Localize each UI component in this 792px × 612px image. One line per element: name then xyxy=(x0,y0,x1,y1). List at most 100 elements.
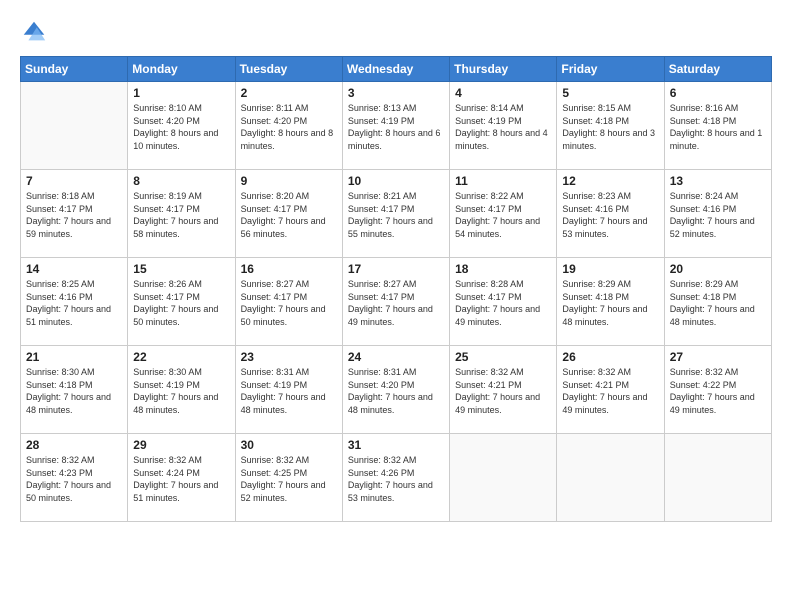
calendar-cell: 23 Sunrise: 8:31 AMSunset: 4:19 PMDayligh… xyxy=(235,346,342,434)
calendar-cell: 9Sunrise: 8:20 AMSunset: 4:17 PMDaylight… xyxy=(235,170,342,258)
day-info: Sunrise: 8:30 AMSunset: 4:19 PMDaylight:… xyxy=(133,366,229,416)
day-info: Sunrise: 8:19 AMSunset: 4:17 PMDaylight:… xyxy=(133,190,229,240)
calendar-week-5: 28 Sunrise: 8:32 AMSunset: 4:23 PMDayligh… xyxy=(21,434,772,522)
calendar-cell: 2 Sunrise: 8:11 AMSunset: 4:20 PMDaylight… xyxy=(235,82,342,170)
day-number: 13 xyxy=(670,174,766,188)
calendar-cell: 11Sunrise: 8:22 AMSunset: 4:17 PMDayligh… xyxy=(450,170,557,258)
day-info: Sunrise: 8:18 AMSunset: 4:17 PMDaylight:… xyxy=(26,190,122,240)
calendar-cell xyxy=(21,82,128,170)
calendar-cell: 24 Sunrise: 8:31 AMSunset: 4:20 PMDayligh… xyxy=(342,346,449,434)
calendar-cell: 4 Sunrise: 8:14 AMSunset: 4:19 PMDaylight… xyxy=(450,82,557,170)
calendar-cell: 12 Sunrise: 8:23 AMSunset: 4:16 PMDayligh… xyxy=(557,170,664,258)
calendar-cell: 31 Sunrise: 8:32 AMSunset: 4:26 PMDayligh… xyxy=(342,434,449,522)
day-info: Sunrise: 8:20 AMSunset: 4:17 PMDaylight:… xyxy=(241,190,337,240)
calendar-cell xyxy=(664,434,771,522)
day-info: Sunrise: 8:25 AMSunset: 4:16 PMDaylight:… xyxy=(26,278,122,328)
day-number: 4 xyxy=(455,86,551,100)
day-info: Sunrise: 8:10 AMSunset: 4:20 PMDaylight:… xyxy=(133,102,229,152)
day-number: 5 xyxy=(562,86,658,100)
calendar-cell: 1 Sunrise: 8:10 AMSunset: 4:20 PMDaylight… xyxy=(128,82,235,170)
day-info: Sunrise: 8:32 AMSunset: 4:21 PMDaylight:… xyxy=(455,366,551,416)
calendar-cell: 16Sunrise: 8:27 AMSunset: 4:17 PMDayligh… xyxy=(235,258,342,346)
day-info: Sunrise: 8:32 AMSunset: 4:21 PMDaylight:… xyxy=(562,366,658,416)
calendar-cell: 27 Sunrise: 8:32 AMSunset: 4:22 PMDayligh… xyxy=(664,346,771,434)
day-info: Sunrise: 8:13 AMSunset: 4:19 PMDaylight:… xyxy=(348,102,444,152)
calendar-cell: 20Sunrise: 8:29 AMSunset: 4:18 PMDayligh… xyxy=(664,258,771,346)
day-info: Sunrise: 8:11 AMSunset: 4:20 PMDaylight:… xyxy=(241,102,337,152)
calendar-cell: 21Sunrise: 8:30 AMSunset: 4:18 PMDayligh… xyxy=(21,346,128,434)
calendar-week-2: 7Sunrise: 8:18 AMSunset: 4:17 PMDaylight… xyxy=(21,170,772,258)
day-info: Sunrise: 8:26 AMSunset: 4:17 PMDaylight:… xyxy=(133,278,229,328)
calendar-header-tuesday: Tuesday xyxy=(235,57,342,82)
day-info: Sunrise: 8:16 AMSunset: 4:18 PMDaylight:… xyxy=(670,102,766,152)
day-number: 3 xyxy=(348,86,444,100)
calendar-header-friday: Friday xyxy=(557,57,664,82)
calendar-week-3: 14 Sunrise: 8:25 AMSunset: 4:16 PMDayligh… xyxy=(21,258,772,346)
day-info: Sunrise: 8:27 AMSunset: 4:17 PMDaylight:… xyxy=(241,278,337,328)
calendar-cell: 28 Sunrise: 8:32 AMSunset: 4:23 PMDayligh… xyxy=(21,434,128,522)
day-number: 22 xyxy=(133,350,229,364)
calendar-cell: 17Sunrise: 8:27 AMSunset: 4:17 PMDayligh… xyxy=(342,258,449,346)
day-number: 12 xyxy=(562,174,658,188)
calendar-cell: 18Sunrise: 8:28 AMSunset: 4:17 PMDayligh… xyxy=(450,258,557,346)
day-info: Sunrise: 8:29 AMSunset: 4:18 PMDaylight:… xyxy=(562,278,658,328)
day-number: 14 xyxy=(26,262,122,276)
calendar-week-1: 1 Sunrise: 8:10 AMSunset: 4:20 PMDaylight… xyxy=(21,82,772,170)
day-number: 30 xyxy=(241,438,337,452)
day-number: 11 xyxy=(455,174,551,188)
day-info: Sunrise: 8:14 AMSunset: 4:19 PMDaylight:… xyxy=(455,102,551,152)
calendar-cell: 29Sunrise: 8:32 AMSunset: 4:24 PMDayligh… xyxy=(128,434,235,522)
calendar-header-saturday: Saturday xyxy=(664,57,771,82)
calendar-cell: 7Sunrise: 8:18 AMSunset: 4:17 PMDaylight… xyxy=(21,170,128,258)
calendar-cell: 15 Sunrise: 8:26 AMSunset: 4:17 PMDayligh… xyxy=(128,258,235,346)
day-number: 23 xyxy=(241,350,337,364)
calendar-cell: 8 Sunrise: 8:19 AMSunset: 4:17 PMDaylight… xyxy=(128,170,235,258)
calendar-header-thursday: Thursday xyxy=(450,57,557,82)
day-info: Sunrise: 8:32 AMSunset: 4:26 PMDaylight:… xyxy=(348,454,444,504)
page: SundayMondayTuesdayWednesdayThursdayFrid… xyxy=(0,0,792,612)
calendar-cell xyxy=(557,434,664,522)
calendar-header-row: SundayMondayTuesdayWednesdayThursdayFrid… xyxy=(21,57,772,82)
day-number: 1 xyxy=(133,86,229,100)
header xyxy=(20,18,772,46)
day-number: 28 xyxy=(26,438,122,452)
day-number: 2 xyxy=(241,86,337,100)
calendar-cell: 5 Sunrise: 8:15 AMSunset: 4:18 PMDaylight… xyxy=(557,82,664,170)
day-number: 31 xyxy=(348,438,444,452)
day-info: Sunrise: 8:32 AMSunset: 4:23 PMDaylight:… xyxy=(26,454,122,504)
day-info: Sunrise: 8:24 AMSunset: 4:16 PMDaylight:… xyxy=(670,190,766,240)
day-number: 19 xyxy=(562,262,658,276)
day-number: 6 xyxy=(670,86,766,100)
logo xyxy=(20,18,52,46)
day-info: Sunrise: 8:15 AMSunset: 4:18 PMDaylight:… xyxy=(562,102,658,152)
day-number: 8 xyxy=(133,174,229,188)
calendar-cell: 14 Sunrise: 8:25 AMSunset: 4:16 PMDayligh… xyxy=(21,258,128,346)
calendar-cell: 10 Sunrise: 8:21 AMSunset: 4:17 PMDayligh… xyxy=(342,170,449,258)
calendar-cell: 30 Sunrise: 8:32 AMSunset: 4:25 PMDayligh… xyxy=(235,434,342,522)
day-number: 25 xyxy=(455,350,551,364)
calendar-cell: 6 Sunrise: 8:16 AMSunset: 4:18 PMDaylight… xyxy=(664,82,771,170)
calendar-header-wednesday: Wednesday xyxy=(342,57,449,82)
day-info: Sunrise: 8:31 AMSunset: 4:20 PMDaylight:… xyxy=(348,366,444,416)
day-info: Sunrise: 8:32 AMSunset: 4:22 PMDaylight:… xyxy=(670,366,766,416)
day-number: 17 xyxy=(348,262,444,276)
calendar-cell: 3 Sunrise: 8:13 AMSunset: 4:19 PMDaylight… xyxy=(342,82,449,170)
day-info: Sunrise: 8:32 AMSunset: 4:25 PMDaylight:… xyxy=(241,454,337,504)
day-number: 10 xyxy=(348,174,444,188)
day-number: 27 xyxy=(670,350,766,364)
calendar-week-4: 21Sunrise: 8:30 AMSunset: 4:18 PMDayligh… xyxy=(21,346,772,434)
calendar-header-sunday: Sunday xyxy=(21,57,128,82)
calendar-cell: 25 Sunrise: 8:32 AMSunset: 4:21 PMDayligh… xyxy=(450,346,557,434)
calendar-cell xyxy=(450,434,557,522)
calendar-cell: 13 Sunrise: 8:24 AMSunset: 4:16 PMDayligh… xyxy=(664,170,771,258)
calendar-cell: 19 Sunrise: 8:29 AMSunset: 4:18 PMDayligh… xyxy=(557,258,664,346)
day-number: 18 xyxy=(455,262,551,276)
day-info: Sunrise: 8:31 AMSunset: 4:19 PMDaylight:… xyxy=(241,366,337,416)
day-number: 24 xyxy=(348,350,444,364)
day-info: Sunrise: 8:23 AMSunset: 4:16 PMDaylight:… xyxy=(562,190,658,240)
day-info: Sunrise: 8:29 AMSunset: 4:18 PMDaylight:… xyxy=(670,278,766,328)
day-number: 15 xyxy=(133,262,229,276)
calendar-cell: 22 Sunrise: 8:30 AMSunset: 4:19 PMDayligh… xyxy=(128,346,235,434)
day-info: Sunrise: 8:21 AMSunset: 4:17 PMDaylight:… xyxy=(348,190,444,240)
day-info: Sunrise: 8:30 AMSunset: 4:18 PMDaylight:… xyxy=(26,366,122,416)
